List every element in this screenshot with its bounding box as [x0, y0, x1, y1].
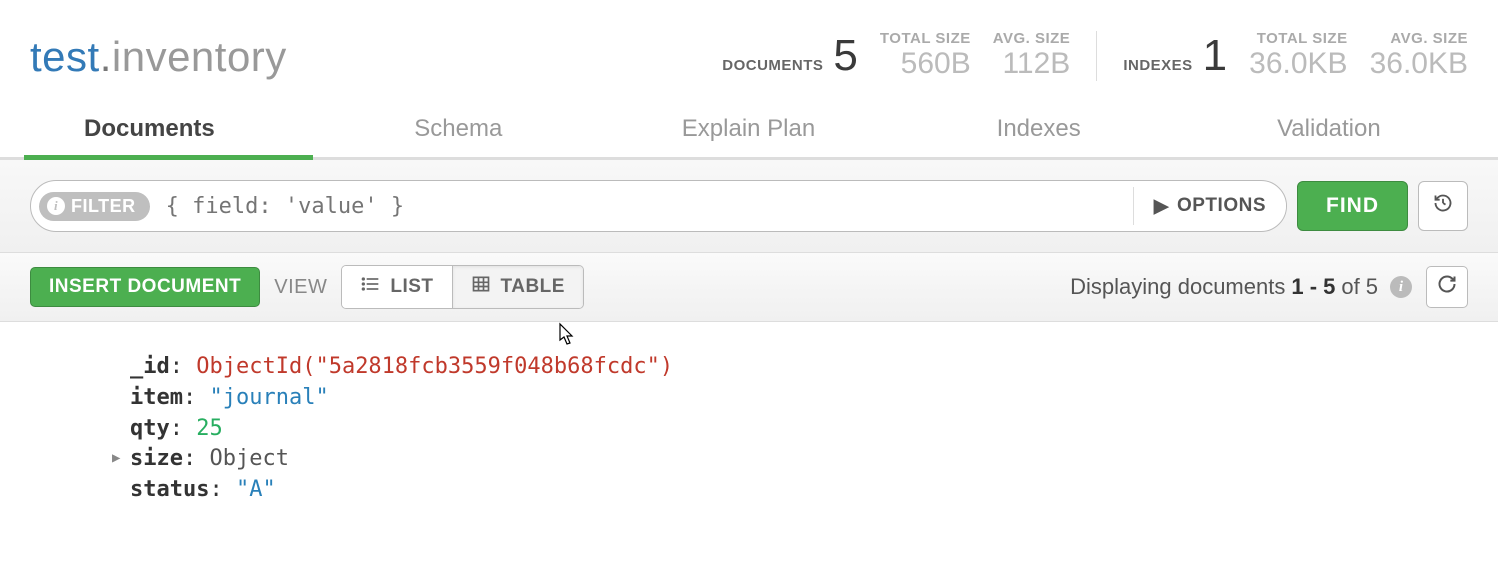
action-bar: INSERT DOCUMENT VIEW LIST TABLE Displayi…: [0, 253, 1498, 322]
stats-divider: [1096, 31, 1097, 81]
filter-input[interactable]: [150, 194, 1133, 219]
doc-total-size-stat: TOTAL SIZE 560B: [880, 30, 971, 81]
view-toggle: LIST TABLE: [341, 265, 584, 309]
documents-stat: DOCUMENTS 5: [722, 31, 858, 81]
display-total: 5: [1366, 274, 1378, 300]
filter-input-container: i FILTER ▶ OPTIONS: [30, 180, 1287, 232]
insert-document-button[interactable]: INSERT DOCUMENT: [30, 267, 260, 307]
info-icon: i: [47, 197, 65, 215]
list-icon: [360, 274, 380, 300]
idx-total-size-stat: TOTAL SIZE 36.0KB: [1249, 30, 1347, 81]
tab-explain-plan[interactable]: Explain Plan: [603, 101, 893, 157]
doc-field-qty[interactable]: qty: 25: [130, 414, 1468, 445]
filter-bar: i FILTER ▶ OPTIONS FIND: [0, 160, 1498, 253]
doc-field-item[interactable]: item: "journal": [130, 383, 1468, 414]
documents-label: DOCUMENTS: [722, 57, 823, 74]
doc-field-status[interactable]: status: "A": [130, 475, 1468, 506]
doc-field-size[interactable]: ▶size: Object: [130, 444, 1468, 475]
history-icon: [1433, 193, 1453, 219]
collection-name: inventory: [112, 33, 287, 80]
refresh-button[interactable]: [1426, 266, 1468, 308]
tab-documents[interactable]: Documents: [24, 101, 313, 157]
collection-header: test.inventory DOCUMENTS 5 TOTAL SIZE 56…: [0, 0, 1498, 91]
collection-stats: DOCUMENTS 5 TOTAL SIZE 560B AVG. SIZE 11…: [722, 30, 1468, 81]
indexes-label: INDEXES: [1123, 57, 1192, 74]
view-table-button[interactable]: TABLE: [452, 266, 583, 308]
tab-indexes[interactable]: Indexes: [894, 101, 1184, 157]
doc-field-id[interactable]: _id: ObjectId("5a2818fcb3559f048b68fcdc"…: [130, 352, 1468, 383]
chevron-right-icon[interactable]: ▶: [112, 449, 120, 469]
display-range: 1 - 5: [1291, 274, 1335, 300]
tab-bar: Documents Schema Explain Plan Indexes Va…: [0, 101, 1498, 160]
namespace-title: test.inventory: [30, 33, 287, 81]
view-list-button[interactable]: LIST: [342, 266, 451, 308]
options-button[interactable]: ▶ OPTIONS: [1133, 187, 1286, 225]
view-label: VIEW: [274, 276, 327, 299]
find-button[interactable]: FIND: [1297, 181, 1408, 231]
table-icon: [471, 274, 491, 300]
tab-validation[interactable]: Validation: [1184, 101, 1474, 157]
document-list: _id: ObjectId("5a2818fcb3559f048b68fcdc"…: [0, 322, 1498, 536]
filter-badge: i FILTER: [39, 192, 150, 221]
display-info: Displaying documents 1 - 5 of 5 i: [1070, 274, 1412, 300]
info-icon[interactable]: i: [1390, 276, 1412, 298]
indexes-stat: INDEXES 1: [1123, 31, 1227, 81]
database-name: test: [30, 33, 100, 80]
documents-count: 5: [833, 31, 857, 81]
idx-avg-size-stat: AVG. SIZE 36.0KB: [1370, 30, 1468, 81]
reset-button[interactable]: [1418, 181, 1468, 231]
tab-schema[interactable]: Schema: [313, 101, 603, 157]
refresh-icon: [1437, 274, 1457, 300]
caret-right-icon: ▶: [1154, 195, 1169, 218]
indexes-count: 1: [1203, 31, 1227, 81]
doc-avg-size-stat: AVG. SIZE 112B: [993, 30, 1071, 81]
